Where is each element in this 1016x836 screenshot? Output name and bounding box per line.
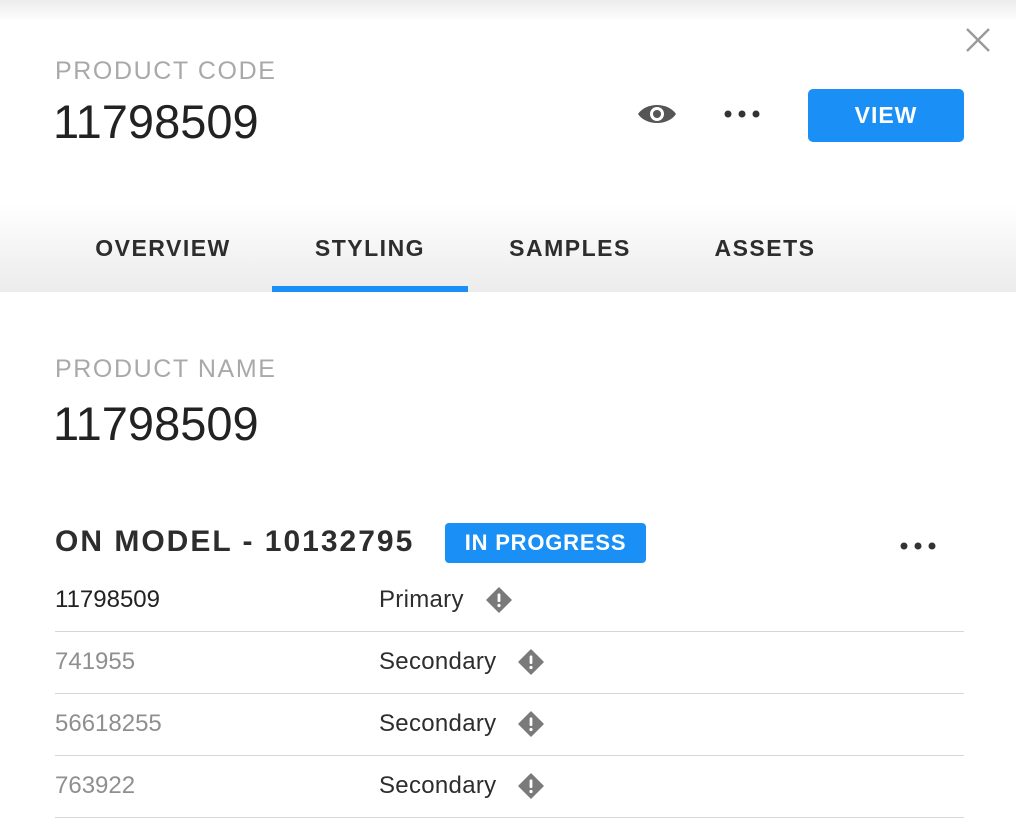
tab-overview[interactable]: OVERVIEW bbox=[80, 205, 246, 292]
view-button[interactable]: VIEW bbox=[808, 89, 964, 142]
row-role-label: Secondary bbox=[379, 772, 497, 799]
info-diamond-icon[interactable] bbox=[517, 772, 545, 800]
more-horizontal-icon bbox=[724, 110, 760, 118]
status-badge: IN PROGRESS bbox=[445, 523, 646, 563]
list-item: 741955 Secondary bbox=[55, 632, 964, 694]
tab-styling[interactable]: STYLING bbox=[272, 205, 468, 292]
top-shadow bbox=[0, 0, 1016, 22]
info-diamond-icon[interactable] bbox=[485, 586, 513, 614]
row-product-code: 741955 bbox=[55, 648, 136, 675]
info-diamond-icon[interactable] bbox=[517, 648, 545, 676]
list-item: 11798509 Primary bbox=[55, 570, 964, 632]
row-role-label: Primary bbox=[379, 586, 464, 613]
eye-icon bbox=[638, 105, 676, 123]
row-product-code: 763922 bbox=[55, 772, 136, 799]
row-role-label: Secondary bbox=[379, 648, 497, 675]
preview-button[interactable] bbox=[636, 98, 678, 130]
more-horizontal-icon bbox=[900, 542, 936, 550]
tab-samples[interactable]: SAMPLES bbox=[492, 205, 648, 292]
product-name-value: 11798509 bbox=[53, 397, 259, 450]
tab-assets[interactable]: ASSETS bbox=[700, 205, 830, 292]
row-product-code: 56618255 bbox=[55, 710, 162, 737]
section-title: ON MODEL - 10132795 bbox=[55, 525, 415, 558]
row-product-code: 11798509 bbox=[55, 586, 160, 613]
close-icon bbox=[966, 28, 990, 52]
section-more-button[interactable] bbox=[893, 530, 943, 562]
info-diamond-icon[interactable] bbox=[517, 710, 545, 738]
list-item: 763922 Secondary bbox=[55, 756, 964, 818]
row-role-label: Secondary bbox=[379, 710, 497, 737]
list-item: 56618255 Secondary bbox=[55, 694, 964, 756]
tab-bar: OVERVIEW STYLING SAMPLES ASSETS bbox=[0, 205, 1016, 292]
close-button[interactable] bbox=[962, 26, 994, 58]
product-code-value: 11798509 bbox=[53, 95, 259, 148]
product-code-label: PRODUCT CODE bbox=[55, 57, 277, 85]
product-role-list: 11798509 Primary 741955 Secondary 566182… bbox=[55, 570, 964, 818]
product-name-label: PRODUCT NAME bbox=[55, 355, 277, 383]
header-more-button[interactable] bbox=[718, 98, 766, 130]
